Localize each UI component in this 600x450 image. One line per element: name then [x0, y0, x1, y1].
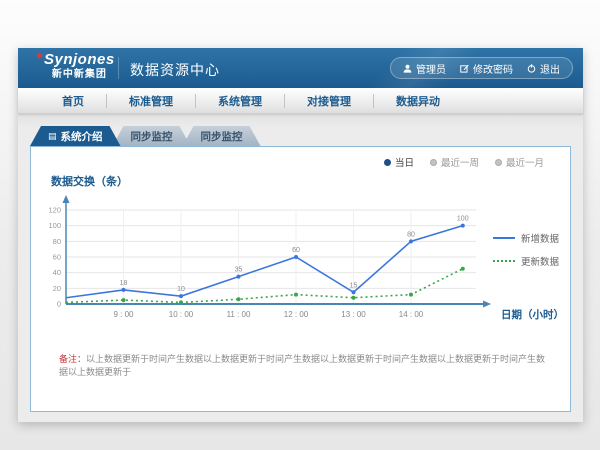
- svg-text:60: 60: [53, 253, 61, 262]
- radio-dot-icon: [384, 159, 391, 166]
- series-legend: 新增数据 更新数据: [493, 231, 559, 268]
- radio-today[interactable]: 当日: [384, 155, 414, 169]
- app-window: Synjones 新中新集团 数据资源中心 管理员 修改密码 退出 首页 标准管…: [18, 48, 583, 422]
- page-title: 数据资源中心: [130, 60, 220, 80]
- svg-text:100: 100: [48, 221, 61, 230]
- nav-item-standard-mgmt[interactable]: 标准管理: [107, 93, 195, 109]
- logo-subtitle: 新中新集团: [44, 70, 115, 80]
- svg-text:14 : 00: 14 : 00: [399, 310, 424, 319]
- user-icon: [403, 64, 412, 73]
- footnote-text: 以上数据更新于时间产生数据以上数据更新于时间产生数据以上数据更新于时间产生数据以…: [59, 354, 545, 377]
- svg-text:11 : 00: 11 : 00: [227, 310, 251, 319]
- logo: Synjones 新中新集团: [44, 52, 115, 80]
- user-menu-logout[interactable]: 退出: [527, 61, 560, 76]
- logo-red-mark-icon: [36, 52, 43, 59]
- content-area: ▤ 系统介绍 同步监控 同步监控 当日 最近一周: [18, 114, 583, 421]
- svg-text:120: 120: [48, 206, 61, 215]
- x-axis-title: 日期（小时）: [501, 307, 564, 322]
- svg-text:100: 100: [457, 216, 469, 223]
- radio-dot-icon: [495, 159, 502, 166]
- user-menu-logout-label: 退出: [540, 61, 560, 76]
- document-icon: ▤: [48, 132, 57, 141]
- nav-item-system-mgmt[interactable]: 系统管理: [196, 93, 284, 109]
- user-menu-admin[interactable]: 管理员: [403, 61, 446, 76]
- svg-text:35: 35: [235, 267, 243, 274]
- tab-sync-monitor-2[interactable]: 同步监控: [183, 126, 261, 146]
- tab-sync-monitor-1-label: 同步监控: [131, 129, 173, 144]
- user-menu-change-password-label: 修改密码: [473, 61, 513, 76]
- header: Synjones 新中新集团 数据资源中心 管理员 修改密码 退出: [18, 48, 583, 88]
- svg-text:18: 18: [120, 280, 128, 287]
- header-divider: [118, 57, 119, 79]
- y-axis-title: 数据交换（条）: [51, 173, 128, 189]
- radio-last-month-label: 最近一月: [506, 155, 544, 169]
- svg-text:80: 80: [407, 231, 415, 238]
- edit-icon: [460, 64, 469, 73]
- user-menu: 管理员 修改密码 退出: [390, 57, 573, 79]
- user-menu-change-password[interactable]: 修改密码: [460, 61, 513, 76]
- svg-text:40: 40: [53, 268, 61, 277]
- user-menu-admin-label: 管理员: [416, 61, 446, 76]
- svg-text:13 : 00: 13 : 00: [341, 310, 366, 319]
- svg-text:0: 0: [57, 300, 61, 309]
- chart-panel: 当日 最近一周 最近一月 数据交换（条） 日期（小时） 0 20 40 60 80 100…: [30, 146, 571, 412]
- tab-bar: ▤ 系统介绍 同步监控 同步监控: [30, 126, 583, 146]
- blue-line-sample-icon: [493, 237, 515, 239]
- power-icon: [527, 64, 536, 73]
- svg-text:12 : 00: 12 : 00: [284, 310, 309, 319]
- logo-brand: Synjones: [44, 52, 115, 67]
- green-line-sample-icon: [493, 260, 515, 262]
- radio-last-month[interactable]: 最近一月: [495, 155, 544, 169]
- legend-new-data-label: 新增数据: [521, 231, 559, 245]
- legend-updated-data[interactable]: 更新数据: [493, 254, 559, 268]
- legend-updated-data-label: 更新数据: [521, 254, 559, 268]
- radio-last-week-label: 最近一周: [441, 155, 479, 169]
- svg-text:80: 80: [53, 237, 61, 246]
- radio-dot-icon: [430, 159, 437, 166]
- main-nav: 首页 标准管理 系统管理 对接管理 数据异动: [18, 88, 583, 114]
- svg-text:15: 15: [350, 282, 358, 289]
- nav-item-home[interactable]: 首页: [40, 93, 106, 109]
- svg-text:10 : 00: 10 : 00: [169, 310, 194, 319]
- tab-sync-monitor-1[interactable]: 同步监控: [113, 126, 191, 146]
- svg-text:10: 10: [177, 286, 185, 293]
- footnote-prefix: 备注：: [59, 354, 86, 364]
- svg-text:60: 60: [292, 247, 300, 254]
- tab-system-intro-label: 系统介绍: [61, 129, 103, 144]
- footnote: 备注：以上数据更新于时间产生数据以上数据更新于时间产生数据以上数据更新于时间产生…: [59, 353, 550, 378]
- nav-item-data-change[interactable]: 数据异动: [374, 93, 462, 109]
- tab-system-intro[interactable]: ▤ 系统介绍: [30, 126, 121, 146]
- legend-new-data[interactable]: 新增数据: [493, 231, 559, 245]
- svg-text:20: 20: [53, 284, 61, 293]
- tab-sync-monitor-2-label: 同步监控: [201, 129, 243, 144]
- nav-item-interface-mgmt[interactable]: 对接管理: [285, 93, 373, 109]
- range-filter: 当日 最近一周 最近一月: [384, 155, 544, 169]
- radio-today-label: 当日: [395, 155, 414, 169]
- svg-text:9 : 00: 9 : 00: [113, 310, 134, 319]
- radio-last-week[interactable]: 最近一周: [430, 155, 479, 169]
